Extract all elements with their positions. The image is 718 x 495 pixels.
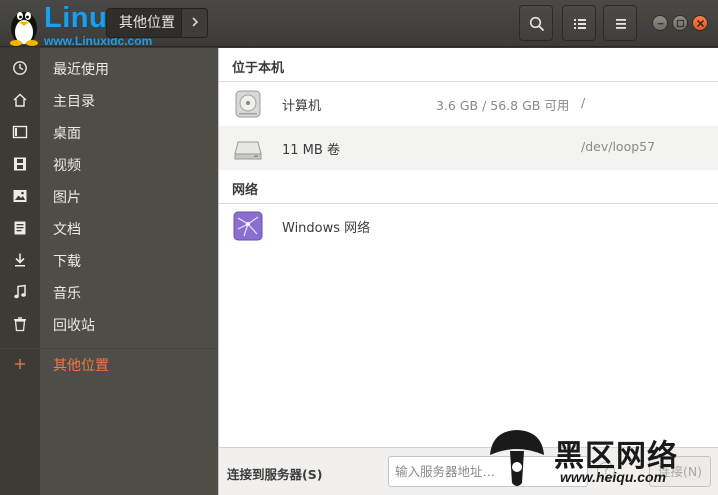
sidebar-item-downloads[interactable]: 下载 (0, 244, 218, 276)
sidebar-item-trash[interactable]: 回收站 (0, 308, 218, 340)
maximize-icon (676, 19, 685, 28)
clock-icon (13, 61, 27, 75)
location-free-space: 3.6 GB / 56.8 GB 可用 (436, 98, 570, 113)
network-icon (233, 211, 263, 241)
music-icon (14, 284, 26, 299)
sidebar-item-desktop[interactable]: 桌面 (0, 116, 218, 148)
location-name: 计算机 (282, 99, 322, 114)
sidebar-item-label: 下载 (53, 254, 81, 270)
sidebar-item-label: 其他位置 (53, 358, 109, 374)
trash-icon (14, 317, 26, 332)
sidebar-item-home[interactable]: 主目录 (0, 84, 218, 116)
search-icon (529, 16, 545, 32)
sidebar-item-label: 主目录 (53, 94, 95, 110)
view-list-button[interactable] (562, 5, 596, 41)
download-icon (15, 253, 25, 267)
minimize-icon (657, 23, 664, 25)
sidebar-item-documents[interactable]: 文档 (0, 212, 218, 244)
location-name: Windows 网络 (282, 221, 371, 236)
sidebar-item-label: 最近使用 (53, 62, 109, 78)
maximize-button[interactable] (672, 15, 688, 31)
picture-icon (13, 190, 27, 202)
chevron-right-icon (191, 17, 198, 27)
menu-button[interactable] (603, 5, 637, 41)
watermark-stamp-url: www.heiqu.com (560, 469, 667, 485)
search-button[interactable] (519, 5, 553, 41)
header-bar: Linux www.Linuxidc.com 其他位置 (0, 0, 718, 48)
sidebar-item-label: 音乐 (53, 286, 81, 302)
sidebar: 最近使用 主目录 桌面 视频 图片 文档 下载 音乐 回收站 其他位置 (0, 48, 218, 495)
list-view-icon (574, 19, 586, 29)
location-row-windows-network[interactable]: Windows 网络 (219, 204, 718, 248)
mushroom-logo-icon (490, 430, 544, 486)
sidebar-item-label: 桌面 (53, 126, 81, 142)
document-icon (14, 221, 26, 235)
tux-icon (10, 12, 38, 46)
sidebar-item-other-locations[interactable]: 其他位置 (0, 348, 218, 380)
sidebar-item-recent[interactable]: 最近使用 (0, 52, 218, 84)
location-path: /dev/loop57 (581, 139, 656, 154)
close-icon (697, 20, 704, 27)
plus-icon (15, 359, 25, 369)
location-name: 11 MB 卷 (282, 143, 340, 158)
drive-icon (234, 141, 262, 160)
desktop-icon (12, 125, 28, 139)
close-button[interactable] (692, 15, 708, 31)
sidebar-item-label: 文档 (53, 222, 81, 238)
heiqu-watermark: 黑区网络 www.heiqu.com (486, 425, 718, 495)
sidebar-item-label: 视频 (53, 158, 81, 174)
sidebar-item-label: 回收站 (53, 318, 95, 334)
location-row-volume[interactable]: 11 MB 卷 /dev/loop57 (219, 126, 718, 170)
connect-to-server-label: 连接到服务器(S) (227, 467, 323, 482)
sidebar-item-videos[interactable]: 视频 (0, 148, 218, 180)
sidebar-item-pictures[interactable]: 图片 (0, 180, 218, 212)
section-title-on-this-computer: 位于本机 (232, 61, 285, 76)
location-row-computer[interactable]: 计算机 3.6 GB / 56.8 GB 可用 / (219, 82, 718, 126)
sidebar-item-label: 图片 (53, 190, 81, 206)
video-icon (14, 157, 26, 171)
home-icon (13, 93, 27, 107)
section-title-networks: 网络 (232, 183, 259, 198)
hamburger-menu-icon (616, 19, 626, 29)
location-path: / (581, 95, 586, 110)
breadcrumb-next-button[interactable] (182, 8, 208, 38)
harddisk-icon (235, 90, 261, 118)
breadcrumb-other-locations[interactable]: 其他位置 (106, 8, 182, 38)
sidebar-item-music[interactable]: 音乐 (0, 276, 218, 308)
minimize-button[interactable] (652, 15, 668, 31)
